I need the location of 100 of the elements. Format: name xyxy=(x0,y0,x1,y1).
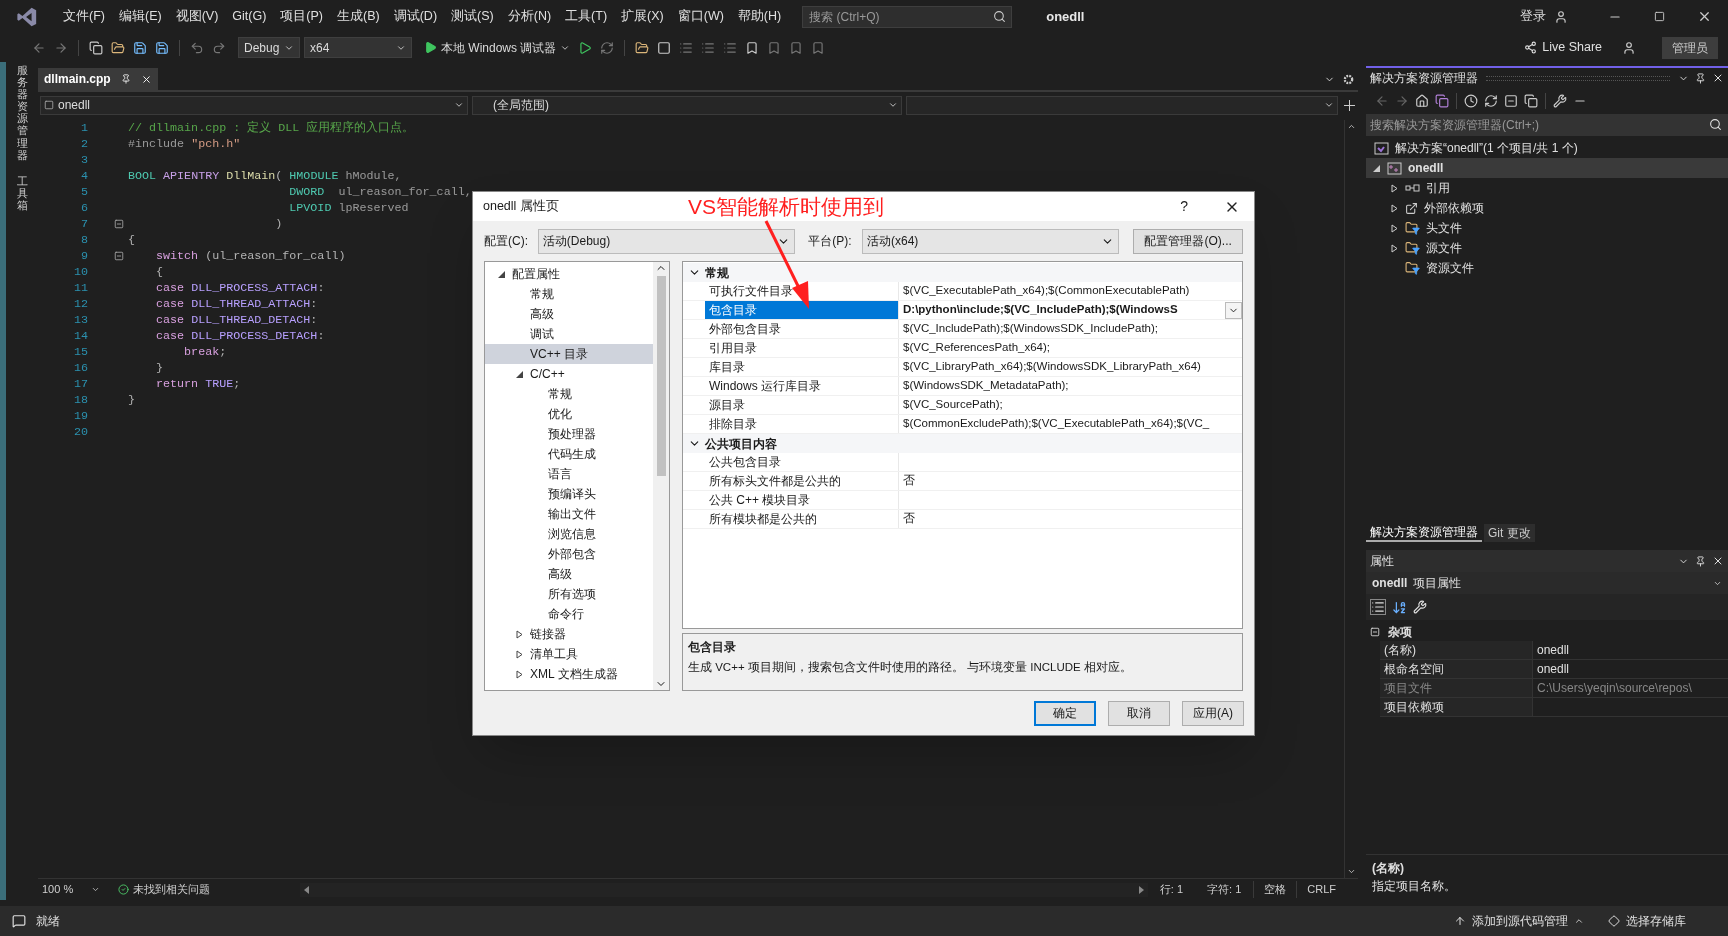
tree-item[interactable]: 高级 xyxy=(485,564,653,584)
tree-scrollbar[interactable] xyxy=(653,262,669,690)
forward-icon[interactable] xyxy=(54,40,68,55)
tree-item[interactable]: VC++ 目录 xyxy=(485,344,653,364)
property-value-cell[interactable]: D:\python\include;$(VC_IncludePath);$(WindowsS xyxy=(899,301,1225,319)
menu-item[interactable]: 生成(B) xyxy=(330,7,387,26)
property-value-cell[interactable]: 否 xyxy=(899,472,1242,490)
property-name-cell[interactable]: 所有模块都是公共的 xyxy=(705,510,899,528)
property-name-cell[interactable]: 引用目录 xyxy=(705,339,899,357)
property-value-cell[interactable]: $(VC_ExecutablePath_x64);$(CommonExecutablePath) xyxy=(899,282,1242,300)
expanded-arrow-icon[interactable] xyxy=(497,269,506,279)
home-icon[interactable] xyxy=(1415,94,1429,108)
configuration-dropdown[interactable]: 活动(Debug) xyxy=(537,228,796,254)
close-icon[interactable] xyxy=(1712,72,1724,84)
platform-dropdown[interactable]: x64 xyxy=(304,37,412,58)
property-value-cell[interactable]: $(WindowsSDK_MetadataPath); xyxy=(899,377,1242,395)
scroll-right-icon[interactable] xyxy=(1138,885,1144,894)
menu-item[interactable]: 视图(V) xyxy=(168,7,226,26)
property-name-cell[interactable]: 源目录 xyxy=(705,396,899,414)
window-icon[interactable] xyxy=(657,40,672,55)
pending-changes-icon[interactable] xyxy=(1464,94,1478,108)
sign-in-link[interactable]: 登录 xyxy=(1520,7,1546,26)
object-selector[interactable]: onedll 项目属性 xyxy=(1366,572,1728,594)
open-folder-icon[interactable] xyxy=(111,40,125,55)
property-name-cell[interactable]: 项目依赖项 xyxy=(1380,698,1533,716)
tree-item[interactable]: 优化 xyxy=(485,404,653,424)
property-pages-icon[interactable] xyxy=(1413,600,1427,614)
side-tab[interactable]: 服务器资源管理器 xyxy=(16,64,28,161)
property-name-cell[interactable]: 根命名空间 xyxy=(1380,660,1533,678)
grid-section-header[interactable]: 公共项目内容 xyxy=(683,434,1242,453)
sort-alphabetical-icon[interactable] xyxy=(1392,599,1407,615)
tree-item[interactable]: 预编译头 xyxy=(485,484,653,504)
category-header[interactable]: 杂项 xyxy=(1366,622,1728,641)
tree-item[interactable]: XML 文档生成器 xyxy=(485,664,653,684)
menu-item[interactable]: 窗口(W) xyxy=(670,7,731,26)
issues-status[interactable]: 未找到相关问题 xyxy=(118,881,210,898)
property-name-cell[interactable]: (名称) xyxy=(1380,641,1533,659)
dialog-button[interactable]: 取消 xyxy=(1108,700,1170,726)
menu-item[interactable]: Git(G) xyxy=(225,7,274,26)
tree-item[interactable]: 所有选项 xyxy=(485,584,653,604)
dialog-button[interactable]: 确定 xyxy=(1034,700,1096,726)
live-share-button[interactable]: Live Share xyxy=(1524,38,1602,57)
horizontal-scrollbar[interactable] xyxy=(300,882,1148,897)
solution-tree-item[interactable]: 解决方案“onedll”(1 个项目/共 1 个) xyxy=(1366,138,1728,158)
search-field[interactable]: 搜索 (Ctrl+Q) xyxy=(802,5,1013,28)
menu-item[interactable]: 项目(P) xyxy=(273,7,330,26)
pin-icon[interactable] xyxy=(1695,72,1706,84)
menu-item[interactable]: 分析(N) xyxy=(500,7,559,26)
redo-icon[interactable] xyxy=(212,40,226,55)
previous-bookmark-icon[interactable] xyxy=(767,40,782,55)
property-value-cell[interactable]: $(VC_LibraryPath_x64);$(WindowsSDK_LibraryPath_x64) xyxy=(899,358,1242,376)
menu-item[interactable]: 帮助(H) xyxy=(730,7,789,26)
panel-tab[interactable]: Git 更改 xyxy=(1484,524,1535,542)
collapsed-arrow-icon[interactable] xyxy=(515,669,524,679)
tree-item[interactable]: 命令行 xyxy=(485,604,653,624)
clear-bookmarks-icon[interactable] xyxy=(811,40,826,55)
run-without-debug-icon[interactable] xyxy=(578,40,593,55)
notification-icon[interactable] xyxy=(12,914,26,928)
save-all-icon[interactable] xyxy=(155,40,169,55)
feedback-person-icon[interactable] xyxy=(1622,40,1636,55)
grid-section-header[interactable]: 常规 xyxy=(683,263,1242,282)
line-ending-indicator[interactable]: CRLF xyxy=(1296,881,1346,898)
expanded-arrow-icon[interactable] xyxy=(1372,163,1381,173)
tree-item[interactable]: 代码生成 xyxy=(485,444,653,464)
property-value-cell[interactable]: $(CommonExcludePath);$(VC_ExecutablePath_x64);$(VC_ xyxy=(899,415,1242,433)
tree-item[interactable]: 输出文件 xyxy=(485,504,653,524)
forward-icon[interactable] xyxy=(1395,94,1409,108)
property-name-cell[interactable]: 外部包含目录 xyxy=(705,320,899,338)
properties-icon[interactable] xyxy=(1553,94,1567,108)
menu-item[interactable]: 编辑(E) xyxy=(111,7,169,26)
tree-item[interactable]: C/C++ xyxy=(485,364,653,384)
new-item-icon[interactable] xyxy=(89,40,103,55)
repository-button[interactable]: 选择存储库 xyxy=(1608,912,1686,930)
platform-dropdown[interactable]: 活动(x64) xyxy=(862,228,1120,254)
folder-icon[interactable] xyxy=(635,40,650,55)
property-value-cell[interactable]: $(VC_SourcePath); xyxy=(899,396,1242,414)
collapse-all-icon[interactable] xyxy=(1504,94,1518,108)
collapsed-arrow-icon[interactable] xyxy=(515,629,524,639)
side-tab[interactable]: 工具箱 xyxy=(16,174,28,212)
back-icon[interactable] xyxy=(1375,94,1389,108)
maximize-icon[interactable] xyxy=(1654,11,1665,22)
tree-item[interactable]: 预处理器 xyxy=(485,424,653,444)
property-name-cell[interactable]: 包含目录 xyxy=(705,301,899,319)
switch-views-icon[interactable] xyxy=(1435,94,1449,108)
tree-item[interactable]: 外部包含 xyxy=(485,544,653,564)
menu-item[interactable]: 文件(F) xyxy=(56,7,112,26)
solution-tree-item[interactable]: 头文件 xyxy=(1366,218,1728,238)
zoom-dropdown[interactable]: 100 % xyxy=(38,881,104,898)
property-name-cell[interactable]: 排除目录 xyxy=(705,415,899,433)
collapsed-arrow-icon[interactable] xyxy=(515,649,524,659)
show-all-files-icon[interactable] xyxy=(1524,94,1538,108)
scope-dropdown[interactable]: (全局范围) xyxy=(472,95,902,115)
tree-item[interactable]: 常规 xyxy=(485,384,653,404)
tree-item[interactable]: 清单工具 xyxy=(485,644,653,664)
solution-tree-item[interactable]: 引用 xyxy=(1366,178,1728,198)
property-name-cell[interactable]: 库目录 xyxy=(705,358,899,376)
source-control-button[interactable]: 添加到源代码管理 xyxy=(1454,912,1584,930)
bookmark-icon[interactable] xyxy=(745,40,760,55)
solution-tree-item[interactable]: onedll xyxy=(1366,158,1728,178)
pin-icon[interactable] xyxy=(1695,555,1706,567)
